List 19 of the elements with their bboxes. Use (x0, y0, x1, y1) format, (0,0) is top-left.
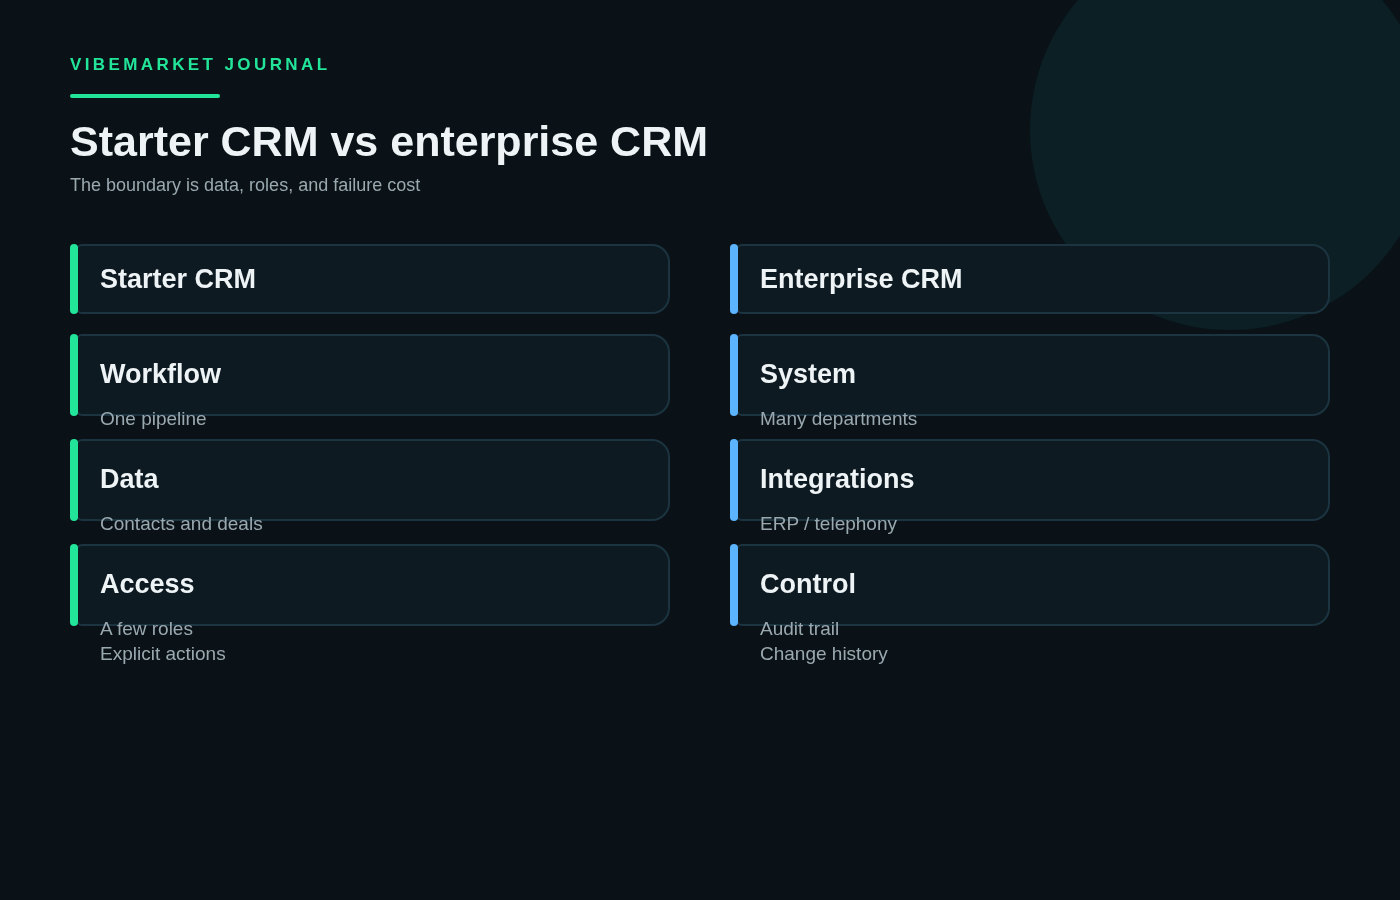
item-title: Control (760, 568, 856, 601)
item-detail: Contacts and deals (100, 512, 263, 536)
item-title: System (760, 358, 857, 391)
brand-label: VIBEMARKET JOURNAL (70, 55, 331, 75)
item-title: Workflow (100, 358, 221, 391)
column-heading: Starter CRM (100, 262, 257, 296)
item-detail: Many departments (760, 407, 918, 431)
item-detail: ERP / telephony (760, 512, 897, 536)
item-detail: Change history (760, 642, 888, 666)
column-heading: Enterprise CRM (760, 262, 963, 296)
item-title: Integrations (760, 463, 915, 496)
page-title: Starter CRM vs enterprise CRM (70, 116, 708, 166)
item-detail: Audit trail (760, 617, 840, 641)
page-subtitle: The boundary is data, roles, and failure cost (70, 174, 421, 196)
item-detail: One pipeline (100, 407, 207, 431)
item-title: Access (100, 568, 195, 601)
item-detail: Explicit actions (100, 642, 226, 666)
item-title: Data (100, 463, 159, 496)
item-detail: A few roles (100, 617, 193, 641)
